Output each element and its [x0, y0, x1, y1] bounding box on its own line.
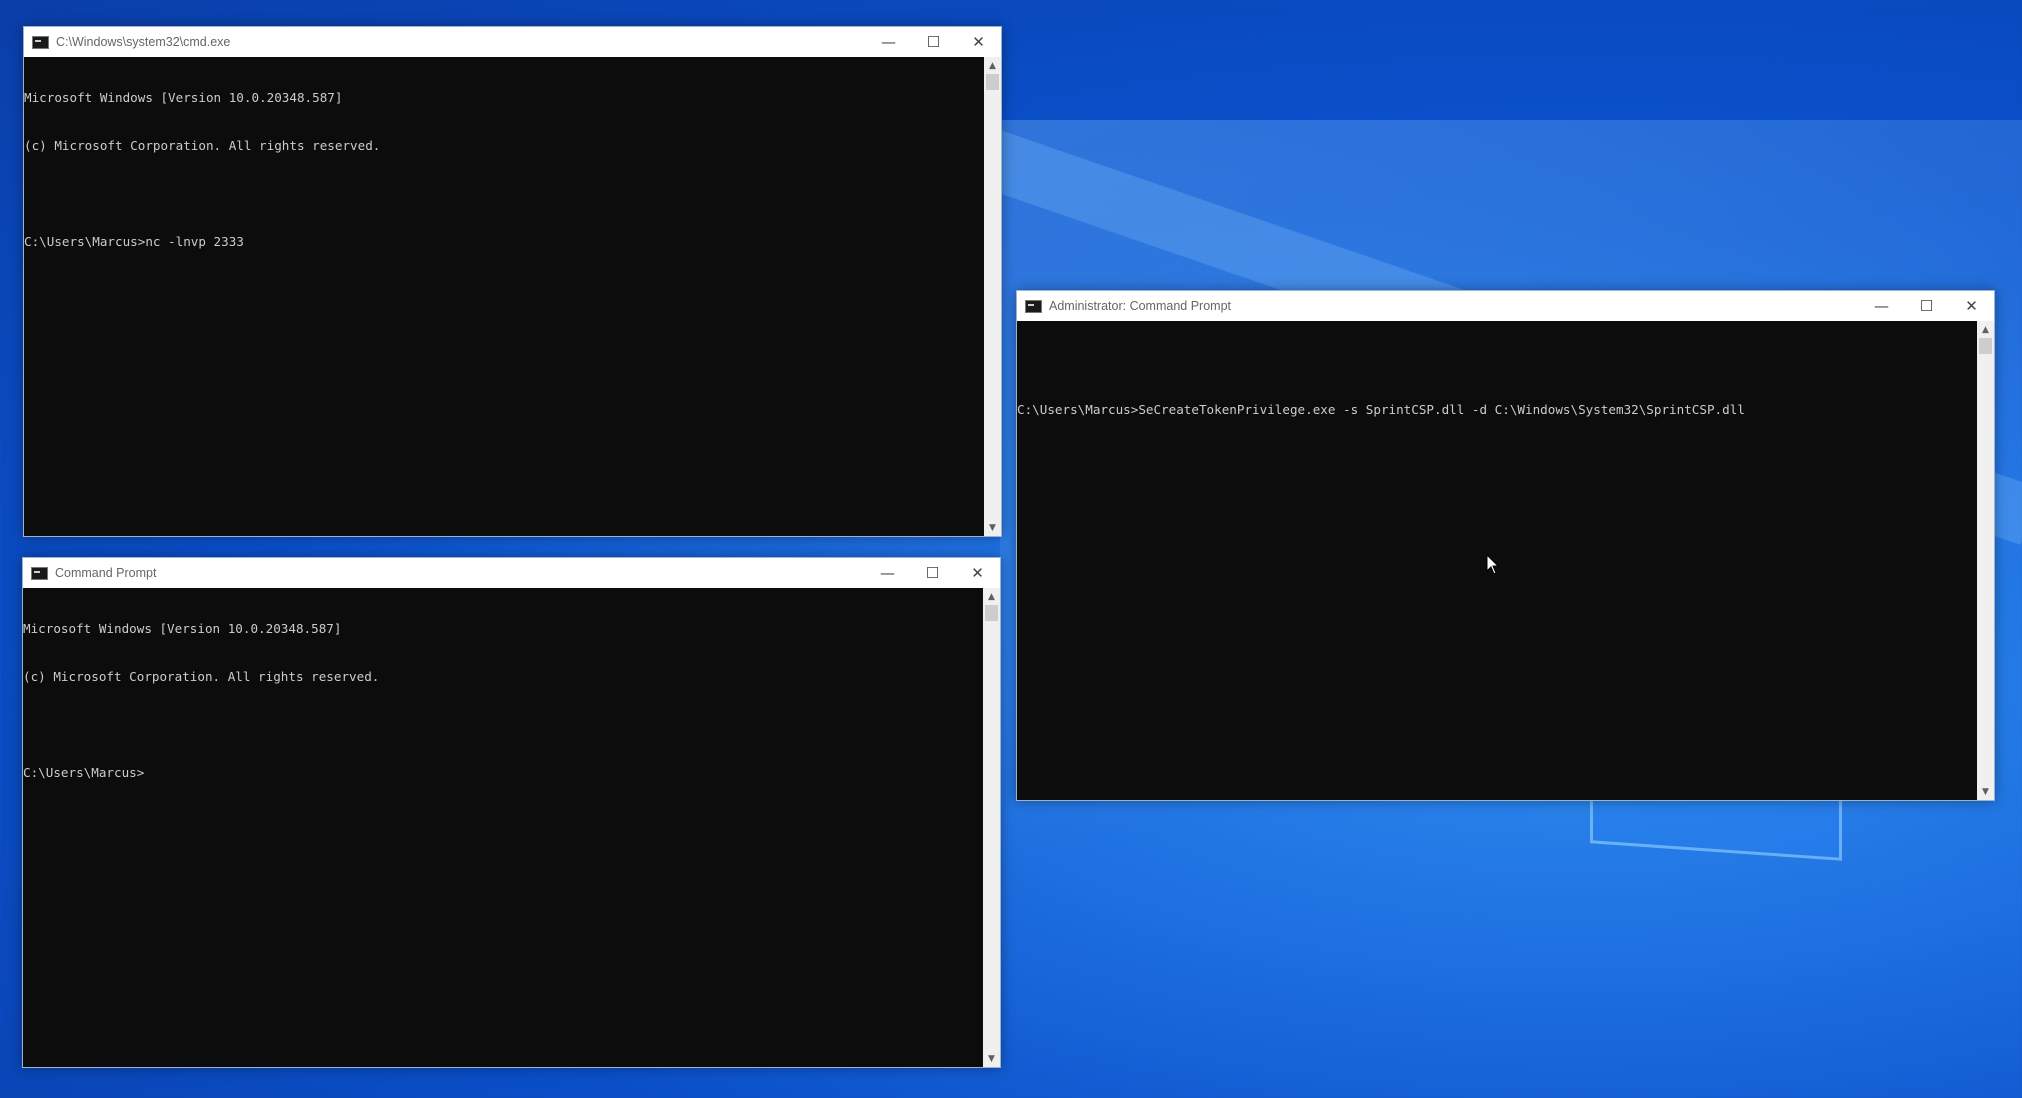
vertical-scrollbar[interactable]: ▲ ▼ [1977, 321, 1994, 800]
titlebar[interactable]: Administrator: Command Prompt — ☐ ✕ [1017, 291, 1994, 321]
terminal-line: C:\Users\Marcus>nc -lnvp 2333 [24, 234, 244, 249]
window-title: C:\Windows\system32\cmd.exe [56, 35, 231, 49]
window-title: Administrator: Command Prompt [1049, 299, 1232, 313]
scroll-thumb[interactable] [985, 605, 998, 621]
window-title: Command Prompt [55, 566, 157, 580]
scroll-up-arrow-icon[interactable]: ▲ [984, 57, 1001, 74]
terminal-line: (c) Microsoft Corporation. All rights re… [23, 669, 380, 684]
maximize-button[interactable]: ☐ [910, 558, 955, 588]
cmd-icon [31, 566, 48, 580]
scroll-down-arrow-icon[interactable]: ▼ [1977, 783, 1994, 800]
scroll-down-arrow-icon[interactable]: ▼ [984, 519, 1001, 536]
terminal-line: Microsoft Windows [Version 10.0.20348.58… [23, 621, 342, 636]
scroll-thumb[interactable] [1979, 338, 1992, 354]
admin-terminal-window[interactable]: Administrator: Command Prompt — ☐ ✕ C:\U… [1016, 290, 1995, 801]
cmd-icon [1025, 299, 1042, 313]
nc-terminal-window[interactable]: C:\Windows\system32\cmd.exe — ☐ ✕ Micros… [23, 26, 1002, 537]
minimize-button[interactable]: — [1859, 291, 1904, 321]
terminal-line: C:\Users\Marcus>SeCreateTokenPrivilege.e… [1017, 402, 1745, 417]
terminal-line: Microsoft Windows [Version 10.0.20348.58… [24, 90, 343, 105]
terminal-output[interactable]: Microsoft Windows [Version 10.0.20348.58… [23, 588, 983, 1067]
titlebar[interactable]: Command Prompt — ☐ ✕ [23, 558, 1000, 588]
titlebar[interactable]: C:\Windows\system32\cmd.exe — ☐ ✕ [24, 27, 1001, 57]
maximize-button[interactable]: ☐ [1904, 291, 1949, 321]
maximize-button[interactable]: ☐ [911, 27, 956, 57]
minimize-button[interactable]: — [865, 558, 910, 588]
close-button[interactable]: ✕ [956, 27, 1001, 57]
scroll-down-arrow-icon[interactable]: ▼ [983, 1050, 1000, 1067]
vertical-scrollbar[interactable]: ▲ ▼ [983, 588, 1000, 1067]
scroll-up-arrow-icon[interactable]: ▲ [1977, 321, 1994, 338]
cmd-terminal-window[interactable]: Command Prompt — ☐ ✕ Microsoft Windows [… [22, 557, 1001, 1068]
terminal-line: C:\Users\Marcus> [23, 765, 145, 780]
cmd-icon [32, 35, 49, 49]
terminal-line: (c) Microsoft Corporation. All rights re… [24, 138, 381, 153]
close-button[interactable]: ✕ [955, 558, 1000, 588]
terminal-output[interactable]: Microsoft Windows [Version 10.0.20348.58… [24, 57, 984, 536]
mouse-pointer-icon [1486, 554, 1500, 575]
vertical-scrollbar[interactable]: ▲ ▼ [984, 57, 1001, 536]
close-button[interactable]: ✕ [1949, 291, 1994, 321]
scroll-up-arrow-icon[interactable]: ▲ [983, 588, 1000, 605]
minimize-button[interactable]: — [866, 27, 911, 57]
scroll-thumb[interactable] [986, 74, 999, 90]
